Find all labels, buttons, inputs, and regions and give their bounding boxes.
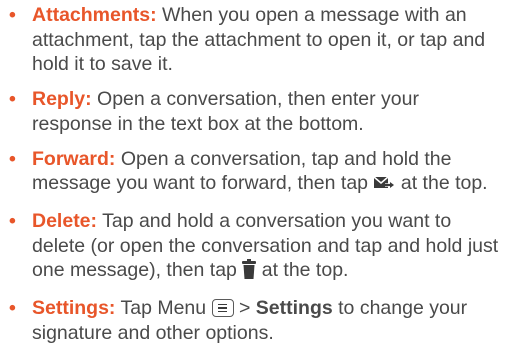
item-text-after: at the top. <box>395 172 488 194</box>
forward-mail-icon <box>373 174 395 199</box>
item-term: Forward: <box>32 147 116 170</box>
list-item-settings: • Settings: Tap Menu > Settings to chang… <box>9 296 503 345</box>
list-item-forward: • Forward: Open a conversation, tap and … <box>9 147 503 199</box>
bullet: • <box>9 297 16 319</box>
item-term: Delete: <box>32 210 98 232</box>
bullet: • <box>9 88 16 110</box>
item-text-after: at the top. <box>256 259 349 281</box>
item-term: Attachments: <box>32 4 157 26</box>
trash-icon <box>242 259 257 286</box>
bullet: • <box>9 210 16 232</box>
item-text-mid: > <box>233 297 256 319</box>
bullet: • <box>9 147 16 170</box>
list-item-delete: • Delete: Tap and hold a conversation yo… <box>9 209 503 286</box>
item-term: Settings: <box>32 297 116 319</box>
item-text-before: Tap Menu <box>115 297 212 319</box>
menu-key-icon <box>211 299 234 317</box>
item-term: Reply: <box>32 88 92 110</box>
settings-label: Settings <box>255 297 333 319</box>
instruction-list: • Attachments: When you open a message w… <box>0 0 511 345</box>
list-item-reply: • Reply: Open a conversation, then enter… <box>9 87 503 136</box>
bullet: • <box>9 4 16 26</box>
list-item-attachments: • Attachments: When you open a message w… <box>9 3 503 77</box>
